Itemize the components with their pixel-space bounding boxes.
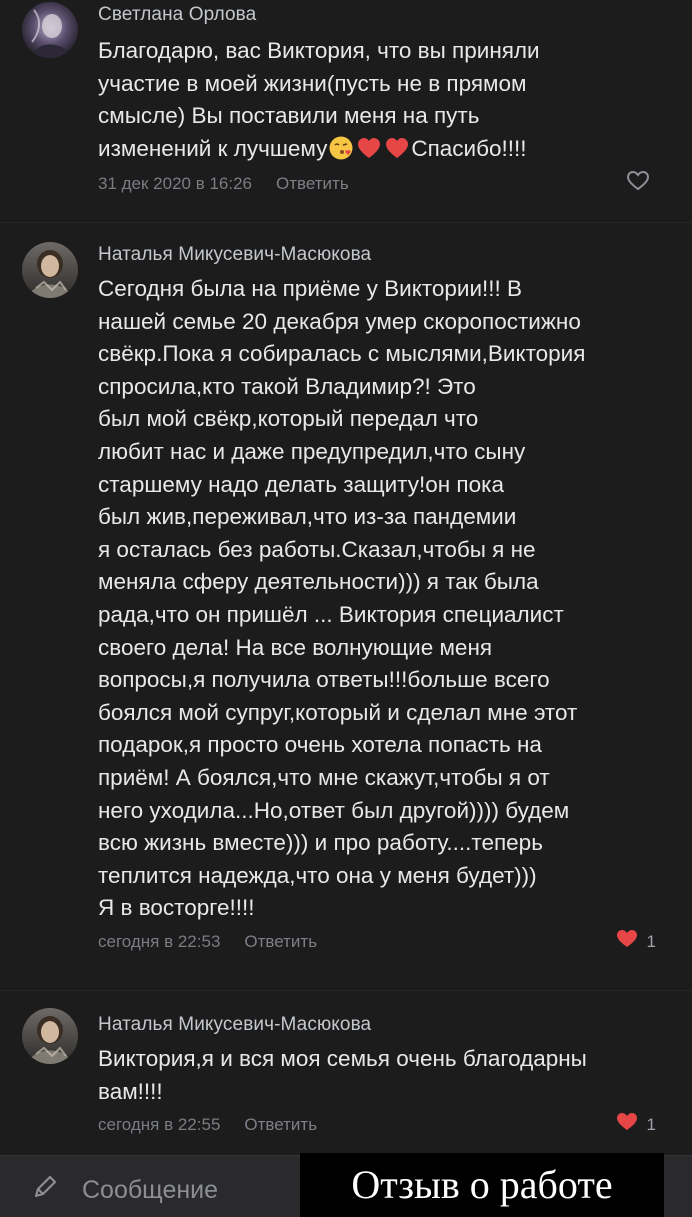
comment-author[interactable]: Светлана Орлова xyxy=(98,3,662,27)
heart-icon xyxy=(356,135,382,161)
reply-button[interactable]: Ответить xyxy=(276,174,349,193)
comment-text: Сегодня была на приёме у Виктории!!! В н… xyxy=(98,276,586,921)
comment-author[interactable]: Наталья Микусевич-Масюкова xyxy=(98,243,662,267)
like-button[interactable]: 1 xyxy=(614,1112,656,1138)
like-count: 1 xyxy=(646,1115,656,1135)
comment-date[interactable]: сегодня в 22:53 xyxy=(98,932,220,951)
caption-overlay: Отзыв о работе xyxy=(300,1153,664,1217)
comment-meta: сегодня в 22:53 Ответить 1 xyxy=(98,929,662,955)
like-button[interactable] xyxy=(625,171,658,197)
divider xyxy=(0,990,692,991)
heart-icon xyxy=(384,135,410,161)
avatar[interactable] xyxy=(22,2,78,58)
reply-button[interactable]: Ответить xyxy=(244,932,317,951)
heart-filled-icon xyxy=(614,926,640,958)
message-input[interactable]: Сообщение xyxy=(30,1172,218,1209)
divider xyxy=(0,222,692,223)
comments-screen: Светлана Орлова Благодарю, вас Виктория,… xyxy=(0,0,692,1217)
comment-author[interactable]: Наталья Микусевич-Масюкова xyxy=(98,1013,662,1037)
kiss-face-icon xyxy=(328,135,354,161)
avatar[interactable] xyxy=(22,242,78,298)
reply-button[interactable]: Ответить xyxy=(244,1115,317,1134)
like-button[interactable]: 1 xyxy=(614,929,656,955)
message-placeholder: Сообщение xyxy=(82,1176,219,1204)
avatar[interactable] xyxy=(22,1008,78,1064)
comment-text: Виктория,я и вся моя семья очень благода… xyxy=(98,1046,587,1104)
comment-date[interactable]: сегодня в 22:55 xyxy=(98,1115,220,1134)
heart-outline-icon xyxy=(625,168,651,200)
comment-text: Благодарю, вас Виктория, что вы приняли … xyxy=(98,38,540,161)
comment-date[interactable]: 31 дек 2020 в 16:26 xyxy=(98,174,252,193)
like-count: 1 xyxy=(646,931,656,951)
pencil-icon[interactable] xyxy=(30,1172,60,1209)
comment-meta: сегодня в 22:55 Ответить 1 xyxy=(98,1112,662,1138)
comment-meta: 31 дек 2020 в 16:26 Ответить xyxy=(98,171,662,197)
heart-filled-icon xyxy=(614,1109,640,1141)
